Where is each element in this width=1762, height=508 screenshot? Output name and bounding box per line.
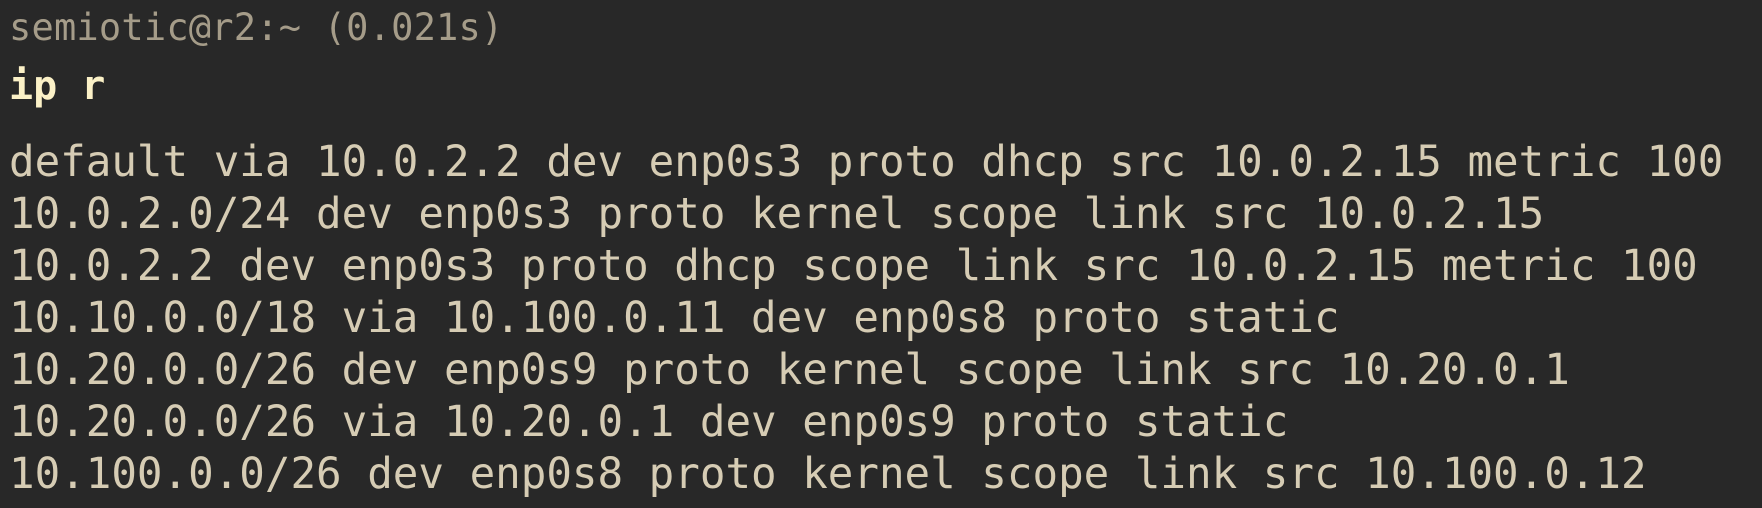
output-line: 10.20.0.0/26 dev enp0s9 proto kernel sco… [9,346,1570,395]
output-line: 10.100.0.0/26 dev enp0s8 proto kernel sc… [9,450,1647,499]
command-text: ip r [9,63,106,109]
output-line: 10.0.2.2 dev enp0s3 proto dhcp scope lin… [9,242,1698,291]
output-line: default via 10.0.2.2 dev enp0s3 proto dh… [9,138,1724,187]
output-line: 10.0.2.0/24 dev enp0s3 proto kernel scop… [9,190,1545,239]
command-output: default via 10.0.2.2 dev enp0s3 proto dh… [9,137,1723,501]
output-line: 10.20.0.0/26 via 10.20.0.1 dev enp0s9 pr… [9,398,1289,447]
prompt-header: semiotic@r2:~ (0.021s) [9,6,504,49]
output-line: 10.10.0.0/18 via 10.100.0.11 dev enp0s8 … [9,294,1340,343]
terminal-command-block[interactable]: semiotic@r2:~ (0.021s) ip r default via … [0,0,1762,508]
